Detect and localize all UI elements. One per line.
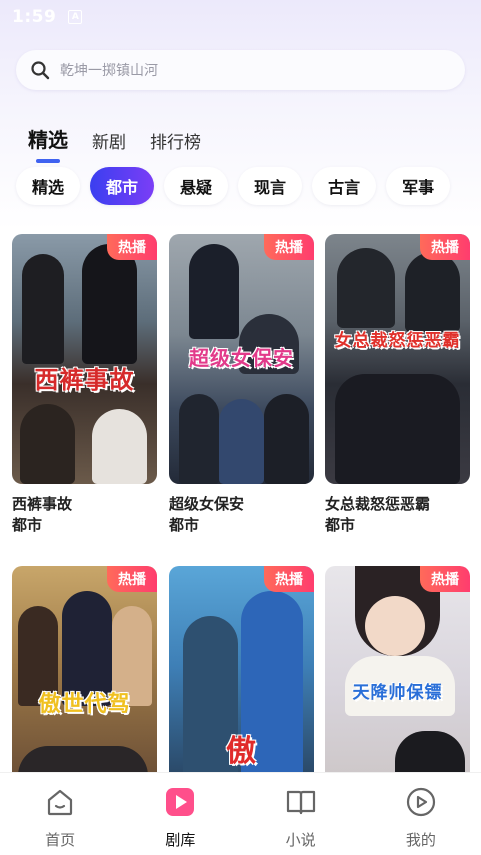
hot-badge: 热播 [264,234,314,260]
category-military[interactable]: 军事 [386,167,451,205]
drama-card[interactable]: 西裤事故 热播 西裤事故 都市 [12,234,157,536]
play-library-icon [163,785,197,819]
drama-genre: 都市 [169,516,200,534]
profile-play-icon [404,785,438,819]
tab-featured[interactable]: 精选 [28,124,68,163]
tab-ranking[interactable]: 排行榜 [150,128,201,153]
hot-badge: 热播 [420,566,470,592]
nav-home[interactable]: 首页 [0,773,120,855]
hot-badge: 热播 [420,234,470,260]
drama-poster[interactable]: 超级女保安 热播 [169,234,314,484]
poster-title: 傲 [226,734,257,769]
hot-badge: 热播 [264,566,314,592]
poster-title: 超级女保安 [189,346,294,370]
poster-title: 天降帅保镖 [352,683,443,703]
nav-label: 我的 [405,831,436,849]
home-icon [43,785,77,819]
drama-genre: 都市 [325,516,356,534]
nav-label: 首页 [45,831,76,849]
nav-label: 剧库 [165,831,196,849]
drama-genre: 都市 [12,516,43,534]
poster-title: 傲世代驾 [38,692,131,717]
top-tabs: 精选 新剧 排行榜 [28,124,225,163]
nav-profile[interactable]: 我的 [361,773,481,855]
category-urban[interactable]: 都市 [90,167,155,205]
category-suspense[interactable]: 悬疑 [164,167,229,205]
drama-card[interactable]: 女总裁怒惩恶霸 热播 女总裁怒惩恶霸 都市 [325,234,470,536]
drama-poster[interactable]: 女总裁怒惩恶霸 热播 [325,234,470,484]
category-featured[interactable]: 精选 [16,167,81,205]
nav-novel[interactable]: 小说 [241,773,361,855]
nav-label: 小说 [285,831,316,849]
drama-title: 超级女保安 [169,495,245,513]
drama-poster[interactable]: 西裤事故 热播 [12,234,157,484]
notification-icon: A [68,10,83,24]
drama-title: 女总裁怒惩恶霸 [325,495,431,513]
category-ancient-romance[interactable]: 古言 [312,167,377,205]
nav-library[interactable]: 剧库 [120,773,240,855]
search-input[interactable]: 乾坤一掷镇山河 [16,50,465,90]
drama-title: 西裤事故 [12,495,73,513]
hot-badge: 热播 [107,234,157,260]
book-icon [284,785,318,819]
tab-new[interactable]: 新剧 [92,128,126,153]
bottom-nav: 首页 剧库 小说 我的 [0,772,481,855]
search-placeholder: 乾坤一掷镇山河 [60,63,158,79]
category-modern-romance[interactable]: 现言 [238,167,303,205]
category-chips: 精选 都市 悬疑 现言 古言 军事 [16,167,460,205]
hot-badge: 热播 [107,566,157,592]
search-icon [31,61,50,80]
status-time: 1:59 [12,7,57,27]
drama-card[interactable]: 超级女保安 热播 超级女保安 都市 [169,234,314,536]
poster-title: 女总裁怒惩恶霸 [334,331,461,351]
status-bar: 1:59 A [0,0,481,34]
poster-title: 西裤事故 [34,366,135,394]
